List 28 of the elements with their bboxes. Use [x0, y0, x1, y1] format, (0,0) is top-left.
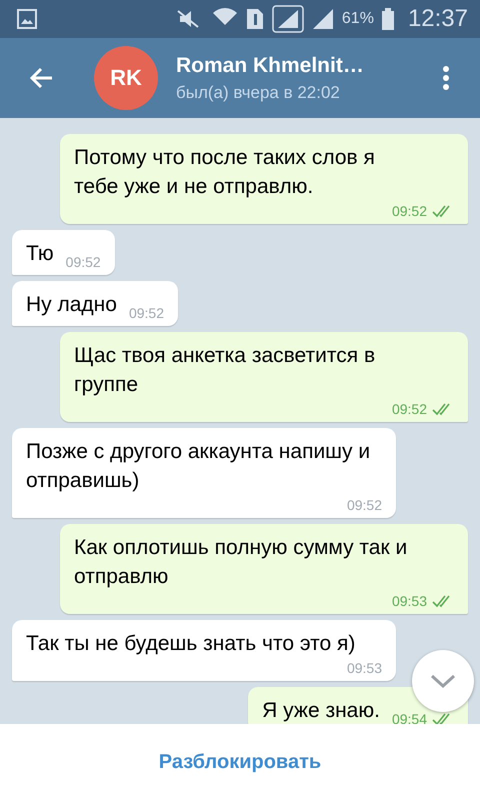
message-time: 09:54: [392, 710, 427, 724]
message-text: Щас твоя анкетка засветится в группе: [74, 343, 376, 398]
last-seen-status: был(а) вчера в 22:02: [176, 82, 341, 102]
message-time: 09:52: [128, 304, 164, 323]
message-time: 09:52: [392, 400, 427, 419]
message-time: 09:52: [346, 496, 382, 515]
scroll-down-button[interactable]: [412, 650, 474, 712]
unblock-button[interactable]: Разблокировать: [142, 742, 338, 782]
sim-icon: [246, 8, 264, 30]
message-text: Я уже знаю.: [262, 698, 380, 724]
message-time: 09:53: [392, 592, 427, 611]
gallery-icon: [16, 8, 38, 30]
signal-icon: [312, 8, 334, 30]
signal-icon: [272, 5, 304, 33]
clock: 12:37: [408, 5, 468, 33]
message-text: Ну ладно: [26, 292, 117, 318]
battery-percent: 61%: [342, 10, 374, 28]
contact-name: Roman Khmelnit…: [176, 54, 365, 78]
message-text: Позже с другого аккаунта напишу и отправишь): [26, 439, 372, 494]
battery-icon: [382, 8, 394, 30]
message-time: 09:53: [346, 659, 382, 678]
message-text: Так ты не будешь знать что это я): [26, 631, 356, 657]
message-time: 09:52: [66, 253, 101, 272]
message-text: Тю: [26, 241, 54, 267]
message-time: 09:52: [392, 202, 427, 221]
avatar[interactable]: RK: [94, 46, 158, 110]
message-text: Потому что после таких слов я тебе уже и не отправлю.: [74, 145, 376, 200]
message-text: Как оплотишь полную сумму так и отправлю: [74, 535, 408, 590]
